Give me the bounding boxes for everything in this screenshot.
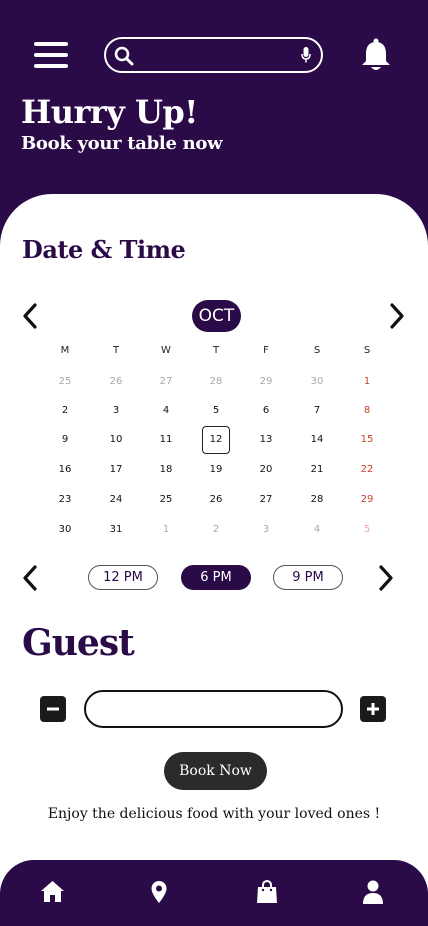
calendar-day[interactable]: 4 [152, 397, 180, 425]
prev-month-chevron-icon[interactable] [21, 302, 39, 330]
calendar-day[interactable]: 25 [152, 486, 180, 514]
plus-icon [367, 703, 379, 715]
time-slot[interactable]: 12 PM [88, 565, 158, 590]
weekday-label: S [313, 345, 321, 356]
header: Hurry Up! Book your table now [0, 0, 428, 210]
next-time-chevron-icon[interactable] [377, 564, 395, 592]
weekday-label: W [161, 345, 171, 356]
calendar-day[interactable]: 5 [353, 516, 381, 544]
calendar-day[interactable]: 20 [252, 456, 280, 484]
time-slot-selected[interactable]: 6 PM [181, 565, 251, 590]
weekday-label: F [263, 345, 269, 356]
search-bar[interactable] [104, 37, 323, 73]
calendar-day[interactable]: 29 [353, 486, 381, 514]
calendar-day[interactable]: 1 [353, 368, 381, 396]
date-time-title: Date & Time [22, 235, 186, 264]
search-input[interactable] [142, 43, 292, 67]
minus-icon [47, 707, 59, 711]
calendar-day[interactable]: 5 [202, 397, 230, 425]
guest-title: Guest [22, 622, 135, 664]
bell-icon[interactable] [360, 38, 392, 72]
calendar-day[interactable]: 28 [202, 368, 230, 396]
calendar-day[interactable]: 15 [353, 426, 381, 454]
calendar-day[interactable]: 9 [51, 426, 79, 454]
guest-increment-button[interactable] [360, 696, 386, 722]
calendar-day[interactable]: 4 [303, 516, 331, 544]
weekday-label: S [363, 345, 371, 356]
weekday-label: M [60, 345, 70, 356]
guest-decrement-button[interactable] [40, 696, 66, 722]
time-slot[interactable]: 9 PM [273, 565, 343, 590]
prev-time-chevron-icon[interactable] [21, 564, 39, 592]
weekday-label: T [212, 345, 220, 356]
calendar-day[interactable]: 30 [51, 516, 79, 544]
calendar-day[interactable]: 11 [152, 426, 180, 454]
calendar-day[interactable]: 8 [353, 397, 381, 425]
calendar-day[interactable]: 27 [152, 368, 180, 396]
book-now-button[interactable]: Book Now [164, 752, 267, 790]
calendar-day[interactable]: 27 [252, 486, 280, 514]
calendar-day[interactable]: 16 [51, 456, 79, 484]
calendar-day[interactable]: 2 [202, 516, 230, 544]
calendar-day[interactable]: 18 [152, 456, 180, 484]
calendar-day[interactable]: 26 [202, 486, 230, 514]
search-icon [114, 46, 134, 66]
month-label[interactable]: OCT [192, 300, 241, 332]
weekday-label: T [112, 345, 120, 356]
calendar-day[interactable]: 21 [303, 456, 331, 484]
calendar-day[interactable]: 10 [102, 426, 130, 454]
calendar-day[interactable]: 6 [252, 397, 280, 425]
calendar-day[interactable]: 30 [303, 368, 331, 396]
next-month-chevron-icon[interactable] [388, 302, 406, 330]
calendar-day[interactable]: 14 [303, 426, 331, 454]
calendar-day[interactable]: 19 [202, 456, 230, 484]
calendar-day[interactable]: 28 [303, 486, 331, 514]
location-pin-icon[interactable] [150, 880, 168, 904]
calendar-day[interactable]: 22 [353, 456, 381, 484]
guest-count-field[interactable] [84, 690, 343, 728]
microphone-icon[interactable] [301, 47, 311, 63]
page-title: Hurry Up! [21, 93, 198, 131]
calendar-day[interactable]: 17 [102, 456, 130, 484]
profile-icon[interactable] [362, 880, 384, 904]
hamburger-menu-icon[interactable] [34, 40, 68, 70]
calendar-day[interactable]: 31 [102, 516, 130, 544]
shopping-bag-icon[interactable] [256, 880, 278, 904]
calendar-day[interactable]: 23 [51, 486, 79, 514]
calendar-day[interactable]: 24 [102, 486, 130, 514]
home-icon[interactable] [40, 880, 65, 904]
calendar-day[interactable]: 3 [102, 397, 130, 425]
calendar-day[interactable]: 29 [252, 368, 280, 396]
tagline-text: Enjoy the delicious food with your loved… [47, 806, 381, 822]
page-subtitle: Book your table now [21, 133, 223, 154]
bottom-nav [0, 860, 428, 926]
calendar-day[interactable]: 25 [51, 368, 79, 396]
calendar-day[interactable]: 13 [252, 426, 280, 454]
calendar-day[interactable]: 26 [102, 368, 130, 396]
calendar-day[interactable]: 3 [252, 516, 280, 544]
calendar-day[interactable]: 2 [51, 397, 79, 425]
calendar-day-selected[interactable]: 12 [202, 426, 230, 454]
calendar-day[interactable]: 7 [303, 397, 331, 425]
calendar-day[interactable]: 1 [152, 516, 180, 544]
